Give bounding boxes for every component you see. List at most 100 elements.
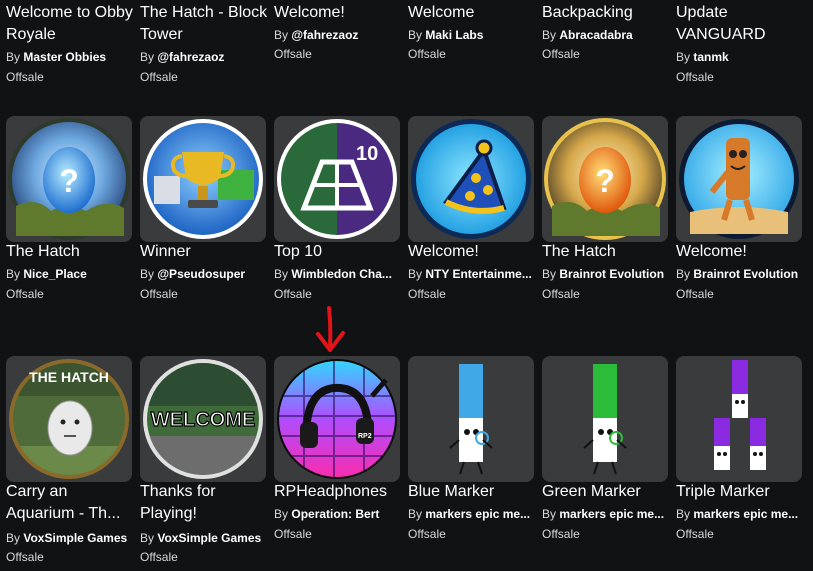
badge-thumbnail[interactable]: THE HATCH <box>6 356 132 482</box>
badge-title[interactable]: RPHeadphones <box>274 481 404 503</box>
badge-title[interactable]: Update VANGUARD <box>676 2 806 46</box>
creator-link[interactable]: Nice_Place <box>23 267 86 281</box>
creator-link[interactable]: Brainrot Evolution <box>693 267 798 281</box>
badge-creator: By Abracadabra <box>542 28 633 42</box>
badge-title[interactable]: Triple Marker <box>676 481 806 503</box>
creator-link[interactable]: markers epic me... <box>559 507 664 521</box>
badge-creator: By tanmk <box>676 50 729 64</box>
badge-creator: By Master Obbies <box>6 50 107 64</box>
hatch-egg-icon: ? <box>8 118 130 240</box>
badge-grid: Welcome to Obby Royale By Master Obbies … <box>0 0 813 571</box>
badge-title[interactable]: Welcome! <box>676 241 806 263</box>
green-marker-icon <box>583 364 627 475</box>
badge-price: Offsale <box>676 70 714 84</box>
badge-price: Offsale <box>542 287 580 301</box>
badge-creator: By Maki Labs <box>408 28 484 42</box>
badge-price: Offsale <box>274 287 312 301</box>
badge-number-text: 10 <box>356 143 378 165</box>
badge-creator: By markers epic me... <box>408 507 531 521</box>
badge-title[interactable]: Thanks for Playing! <box>140 481 270 525</box>
creator-link[interactable]: Operation: Bert <box>291 507 379 521</box>
trophy-icon <box>143 119 263 239</box>
triple-marker-icon <box>714 360 766 470</box>
badge-price: Offsale <box>6 287 44 301</box>
badge-creator: By @Pseudosuper <box>140 267 246 281</box>
welcome-scene-icon: WELCOME <box>143 359 263 479</box>
badge-title[interactable]: Winner <box>140 241 270 263</box>
badge-thumbnail[interactable]: RP2 <box>274 356 400 482</box>
badge-creator: By @fahrezaoz <box>274 28 359 42</box>
svg-text:?: ? <box>595 163 615 199</box>
creator-link[interactable]: @Pseudosuper <box>157 267 245 281</box>
headphones-icon: RP2 <box>277 359 397 479</box>
badge-title[interactable]: Welcome! <box>274 2 404 24</box>
badge-price: Offsale <box>676 287 714 301</box>
badge-title[interactable]: Blue Marker <box>408 481 538 503</box>
badge-price: Offsale <box>676 527 714 541</box>
creator-link[interactable]: @fahrezaoz <box>291 28 358 42</box>
creator-link[interactable]: Wimbledon Cha... <box>291 267 392 281</box>
creator-link[interactable]: @fahrezaoz <box>157 50 224 64</box>
badge-creator: By Brainrot Evolution <box>542 267 665 281</box>
badge-thumbnail[interactable] <box>676 356 802 482</box>
badge-price: Offsale <box>6 70 44 84</box>
badge-creator: By Nice_Place <box>6 267 87 281</box>
creator-link[interactable]: NTY Entertainme... <box>425 267 531 281</box>
badge-price: Offsale <box>140 287 178 301</box>
badge-price: Offsale <box>274 527 312 541</box>
creator-link[interactable]: Master Obbies <box>23 50 106 64</box>
badge-creator: By Wimbledon Cha... <box>274 267 392 281</box>
badge-logo-text: THE HATCH <box>29 369 109 385</box>
badge-creator: By markers epic me... <box>542 507 665 521</box>
badge-title[interactable]: Welcome! <box>408 241 538 263</box>
badge-price: Offsale <box>6 550 44 564</box>
badge-title[interactable]: The Hatch - Block Tower <box>140 2 270 46</box>
creator-link[interactable]: markers epic me... <box>693 507 798 521</box>
badge-thumbnail[interactable] <box>408 116 534 242</box>
badge-price: Offsale <box>140 550 178 564</box>
creator-link[interactable]: Maki Labs <box>425 28 483 42</box>
annotation-arrow-icon <box>316 306 345 352</box>
badge-thumbnail[interactable]: WELCOME <box>140 356 266 482</box>
badge-title[interactable]: Welcome <box>408 2 538 24</box>
badge-price: Offsale <box>274 47 312 61</box>
badge-creator: By VoxSimple Games <box>6 531 128 545</box>
badge-thumbnail[interactable] <box>408 356 534 482</box>
badge-price: Offsale <box>140 70 178 84</box>
badge-title[interactable]: Backpacking <box>542 2 672 24</box>
badge-title[interactable]: Carry an Aquarium - Th... <box>6 481 136 525</box>
svg-text:?: ? <box>59 163 79 199</box>
badge-logo-text: WELCOME <box>151 409 255 431</box>
badge-title[interactable]: Green Marker <box>542 481 672 503</box>
fire-egg-icon: ? <box>544 118 666 240</box>
creator-link[interactable]: Brainrot Evolution <box>559 267 664 281</box>
badge-creator: By @fahrezaoz <box>140 50 225 64</box>
party-hat-icon <box>411 119 531 239</box>
badge-thumbnail[interactable]: ? <box>6 116 132 242</box>
badge-thumbnail[interactable] <box>542 356 668 482</box>
badge-title[interactable]: Welcome to Obby Royale <box>6 2 136 46</box>
badge-creator: By markers epic me... <box>676 507 799 521</box>
badge-creator: By Operation: Bert <box>274 507 380 521</box>
creator-link[interactable]: VoxSimple Games <box>157 531 261 545</box>
creator-link[interactable]: Abracadabra <box>559 28 632 42</box>
badge-logo-text: RP2 <box>358 433 372 440</box>
badge-price: Offsale <box>542 527 580 541</box>
badge-creator: By VoxSimple Games <box>140 531 262 545</box>
stick-character-icon <box>679 119 799 239</box>
badge-thumbnail[interactable] <box>676 116 802 242</box>
creator-link[interactable]: tanmk <box>693 50 728 64</box>
badge-creator: By NTY Entertainme... <box>408 267 532 281</box>
badge-price: Offsale <box>408 527 446 541</box>
badge-title[interactable]: The Hatch <box>6 241 136 263</box>
badge-title[interactable]: Top 10 <box>274 241 404 263</box>
tennis-court-icon: 10 <box>277 119 397 239</box>
blue-marker-icon <box>449 364 493 475</box>
badge-thumbnail[interactable] <box>140 116 266 242</box>
badge-thumbnail[interactable]: 10 <box>274 116 400 242</box>
creator-link[interactable]: markers epic me... <box>425 507 530 521</box>
badge-thumbnail[interactable]: ? <box>542 116 668 242</box>
badge-title[interactable]: The Hatch <box>542 241 672 263</box>
creator-link[interactable]: VoxSimple Games <box>23 531 127 545</box>
badge-price: Offsale <box>542 47 580 61</box>
